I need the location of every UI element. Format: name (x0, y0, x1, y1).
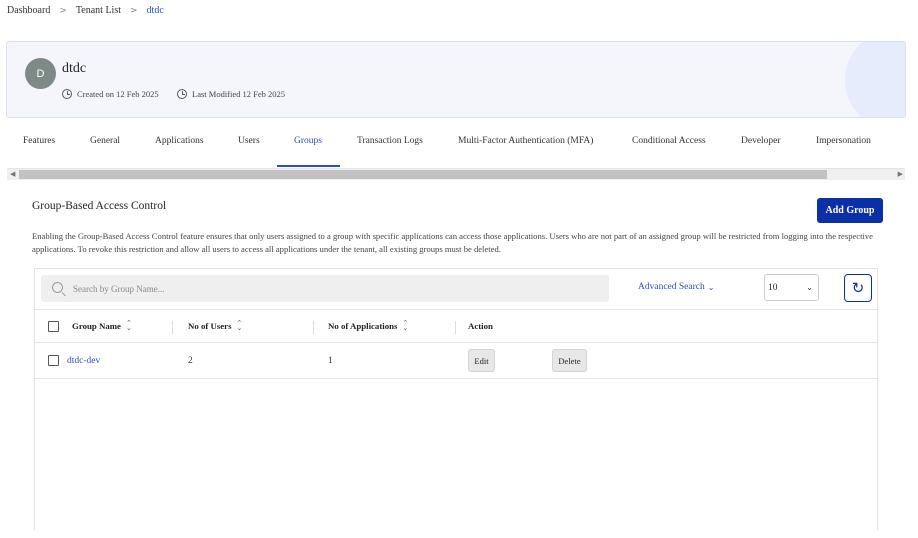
refresh-icon: ↻ (851, 279, 865, 297)
edit-button[interactable]: Edit (468, 349, 495, 372)
tabs-scrollbar[interactable]: ◀ ▶ (7, 168, 905, 180)
column-header-action: Action (468, 321, 493, 331)
applications-count: 1 (328, 356, 333, 366)
users-count: 2 (188, 356, 193, 366)
tab-impersonation[interactable]: Impersonation (816, 136, 871, 146)
decorative-circle (845, 42, 905, 117)
scroll-right-icon[interactable]: ▶ (898, 170, 903, 178)
breadcrumb-tenant-list[interactable]: Tenant List (76, 5, 121, 16)
sort-icon[interactable]: ⌃ ⌄ (237, 320, 243, 332)
search-box[interactable] (41, 275, 609, 302)
advanced-search-button[interactable]: Advanced Search ⌄ (638, 282, 714, 292)
clock-icon (62, 89, 72, 99)
breadcrumb-dashboard[interactable]: Dashboard (7, 5, 50, 16)
column-divider (455, 321, 456, 334)
tab-developer[interactable]: Developer (741, 136, 781, 146)
row-checkbox[interactable] (48, 355, 59, 366)
avatar: D (25, 58, 56, 89)
tenant-name: dtdc (62, 61, 87, 76)
column-header-label: No of Users (188, 321, 232, 331)
search-input[interactable] (73, 279, 593, 298)
sort-icon[interactable]: ⌃ ⌄ (402, 320, 408, 332)
column-divider (313, 321, 314, 334)
column-divider (172, 321, 173, 334)
search-icon (52, 282, 63, 293)
group-name-link[interactable]: dtdc-dev (67, 356, 100, 366)
scroll-left-icon[interactable]: ◀ (10, 170, 15, 178)
created-date-text: Created on 12 Feb 2025 (77, 89, 159, 99)
tenant-header-card: D dtdc Created on 12 Feb 2025 Last Modif… (6, 41, 906, 118)
active-tab-indicator (277, 165, 340, 167)
select-all-checkbox[interactable] (48, 321, 59, 332)
clock-icon (177, 89, 187, 99)
column-header-label: No of Applications (328, 321, 398, 331)
sort-icon[interactable]: ⌃ ⌄ (126, 320, 132, 332)
created-date: Created on 12 Feb 2025 (62, 89, 159, 99)
refresh-button[interactable]: ↻ (844, 274, 872, 302)
page-size-select[interactable]: 10 ⌄ (764, 274, 819, 301)
breadcrumb: Dashboard > Tenant List > dtdc (7, 5, 164, 16)
tab-users[interactable]: Users (238, 136, 260, 146)
tab-applications[interactable]: Applications (155, 136, 204, 146)
section-title: Group-Based Access Control (32, 200, 167, 212)
tab-conditional-access[interactable]: Conditional Access (632, 136, 706, 146)
advanced-search-label: Advanced Search (638, 282, 705, 292)
delete-button[interactable]: Delete (552, 349, 587, 372)
column-header-no-of-users[interactable]: No of Users ⌃ ⌄ (188, 320, 243, 332)
page-size-value: 10 (768, 283, 778, 293)
scrollbar-thumb[interactable] (19, 170, 827, 179)
chevron-down-icon: ⌄ (806, 283, 813, 292)
breadcrumb-separator-icon: > (59, 5, 67, 16)
tab-bar: Features General Applications Users Grou… (0, 128, 918, 168)
modified-date-text: Last Modified 12 Feb 2025 (192, 89, 286, 99)
chevron-down-icon: ⌄ (707, 282, 715, 292)
table-row: dtdc-dev 2 1 Edit Delete (35, 343, 877, 379)
add-group-button[interactable]: Add Group (817, 198, 883, 223)
tab-transaction-logs[interactable]: Transaction Logs (357, 136, 423, 146)
tab-general[interactable]: General (90, 136, 120, 146)
groups-panel: Advanced Search ⌄ 10 ⌄ ↻ Group Name ⌃⌄ N… (34, 268, 878, 530)
tab-features[interactable]: Features (23, 136, 55, 146)
column-header-no-of-applications[interactable]: No of Applications ⌃ ⌄ (328, 320, 408, 332)
modified-date: Last Modified 12 Feb 2025 (177, 89, 285, 99)
breadcrumb-current: dtdc (146, 5, 164, 16)
breadcrumb-separator-icon: > (130, 5, 138, 16)
column-header-label: Group Name (72, 321, 121, 331)
tab-groups[interactable]: Groups (294, 136, 322, 146)
table-header: Group Name ⌃ ⌄ No of Users ⌃ ⌄ No of Appli… (35, 309, 877, 343)
section-description: Enabling the Group-Based Access Control … (32, 231, 873, 254)
column-header-group-name[interactable]: Group Name ⌃ ⌄ (72, 320, 132, 332)
tab-mfa[interactable]: Multi-Factor Authentication (MFA) (458, 136, 593, 146)
column-header-label: Action (468, 321, 493, 331)
